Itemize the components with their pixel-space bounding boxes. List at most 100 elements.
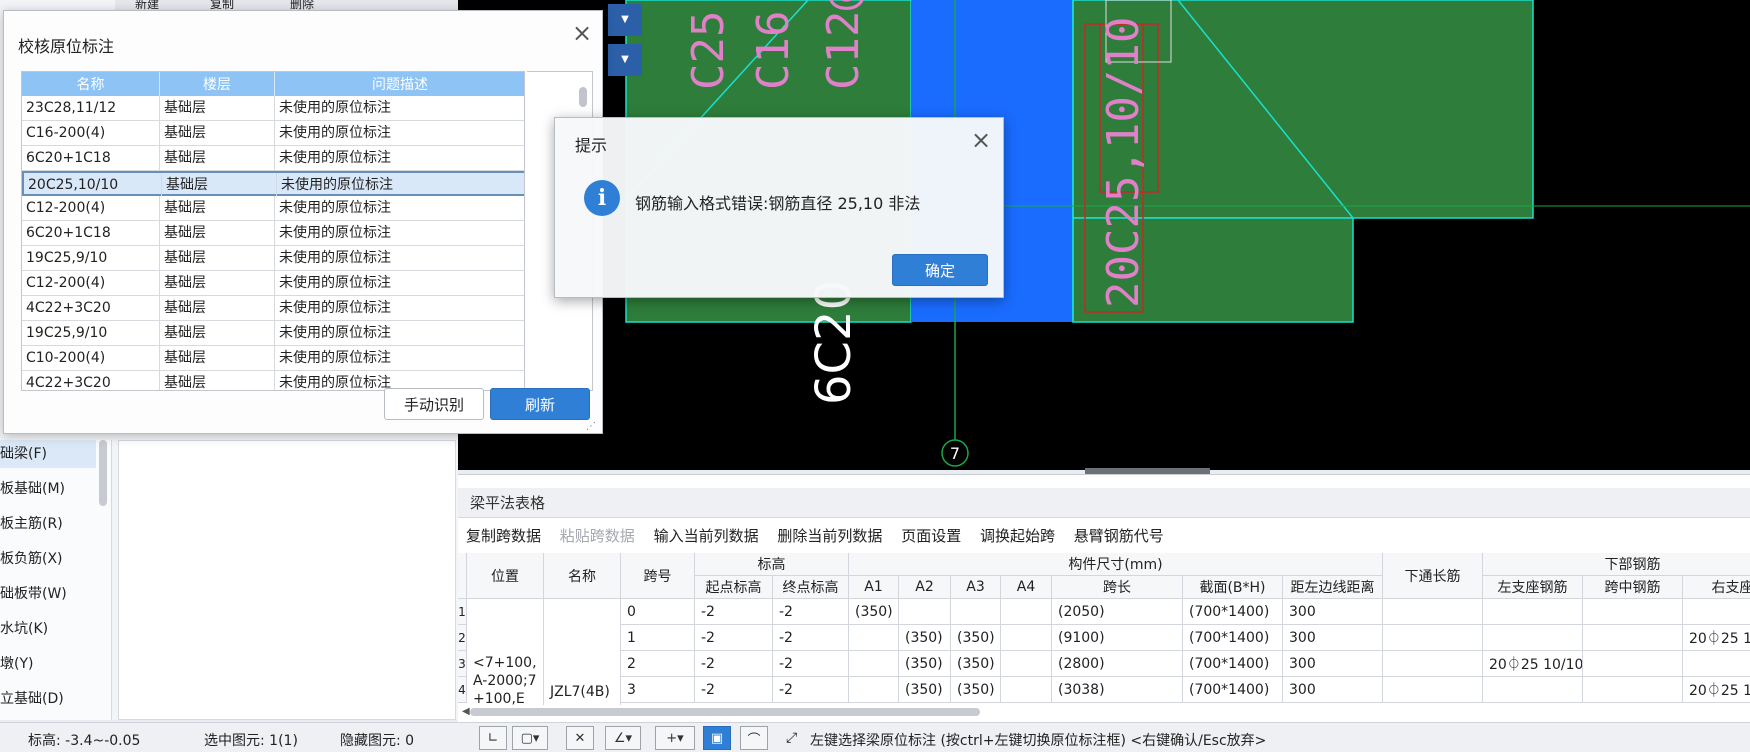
ok-button[interactable]: 确定 [892,254,988,286]
table-cell-sec[interactable]: (700*1400) [1183,625,1283,651]
position-value[interactable]: <7+100, A-2000;7 +100,E [467,599,544,705]
table-cell-mid[interactable] [1583,599,1683,625]
paste-span-button[interactable]: 粘贴跨数据 [560,520,635,552]
table-cell-end[interactable]: -2 [773,677,849,703]
table-cell-a3[interactable]: (350) [951,677,1001,703]
table-cell-through[interactable] [1383,677,1483,703]
table-cell-through[interactable] [1383,599,1483,625]
horizontal-scrollbar[interactable] [470,708,980,716]
table-cell-right[interactable] [1683,599,1750,625]
nav-item-beam[interactable]: 础梁(F) [0,440,96,468]
close-icon[interactable]: × [572,21,592,45]
table-row[interactable]: 6C20+1C18 基础层 未使用的原位标注 [22,146,524,171]
table-cell-mid[interactable] [1583,625,1683,651]
table-row[interactable]: C16-200(4) 基础层 未使用的原位标注 [22,121,524,146]
table-cell-len[interactable]: (9100) [1052,625,1183,651]
table-cell-start[interactable]: -2 [695,599,773,625]
swap-start-span-button[interactable]: 调换起始跨 [980,520,1055,552]
table-cell-span[interactable]: 1 [621,625,695,651]
resize-grip-icon[interactable]: ⋰ [586,421,596,432]
table-cell-a2[interactable]: (350) [899,651,951,677]
col-header-name[interactable]: 名称 [22,72,160,96]
table-cell-a3[interactable]: (350) [951,625,1001,651]
box-select-button[interactable]: ▢▾ [512,726,548,750]
table-cell-right[interactable] [1683,651,1750,677]
table-cell-start[interactable]: -2 [695,625,773,651]
table-row[interactable]: 4C22+3C20 基础层 未使用的原位标注 [22,296,524,321]
table-cell-a2[interactable]: (350) [899,625,951,651]
table-cell-a1[interactable]: (350) [849,599,899,625]
table-cell-sec[interactable]: (700*1400) [1183,599,1283,625]
table-scrollbar[interactable] [579,87,587,107]
table-cell-end[interactable]: -2 [773,599,849,625]
table-row[interactable]: 23C28,11/12 基础层 未使用的原位标注 [22,96,524,121]
table-cell-right[interactable]: 20⏀25 1 [1683,677,1750,703]
table-cell-a4[interactable] [1001,677,1052,703]
table-cell-end[interactable]: -2 [773,625,849,651]
table-cell-len[interactable]: (2800) [1052,651,1183,677]
nav-item-neg-rebar[interactable]: 板负筋(X) [0,545,96,573]
nav-item-raft[interactable]: 板基础(M) [0,475,96,503]
table-cell-span[interactable]: 0 [621,599,695,625]
point-select-button[interactable]: ∟ [479,726,507,750]
table-cell-a3[interactable]: (350) [951,651,1001,677]
table-row[interactable]: 20C25,10/10 基础层 未使用的原位标注 [22,171,524,197]
table-row[interactable]: C12-200(4) 基础层 未使用的原位标注 [22,271,524,296]
nav-item-pier[interactable]: 墩(Y) [0,650,96,678]
table-cell-dist[interactable]: 300 [1283,651,1383,677]
nav-item-slab-band[interactable]: 础板带(W) [0,580,96,608]
cantilever-code-button[interactable]: 悬臂钢筋代号 [1074,520,1164,552]
table-row[interactable]: 6C20+1C18 基础层 未使用的原位标注 [22,221,524,246]
table-cell-len[interactable]: (3038) [1052,677,1183,703]
alert-close-icon[interactable]: × [971,128,991,152]
display-toggle-button[interactable]: ▣ [703,726,731,750]
table-cell-a2[interactable] [899,599,951,625]
table-cell-sec[interactable]: (700*1400) [1183,677,1283,703]
nav-item-isolated-footing[interactable]: 立基础(D) [0,685,96,713]
table-cell-left[interactable] [1483,677,1583,703]
table-cell-len[interactable]: (2050) [1052,599,1183,625]
nav-scrollbar[interactable] [99,440,107,506]
snap-button[interactable]: +▾ [655,726,695,750]
table-cell-a1[interactable] [849,625,899,651]
cross-select-button[interactable]: ✕ [566,726,594,750]
table-cell-dist[interactable]: 300 [1283,625,1383,651]
arc-button[interactable]: ⌒ [740,726,768,750]
table-cell-span[interactable]: 2 [621,651,695,677]
table-cell-left[interactable] [1483,599,1583,625]
copy-span-button[interactable]: 复制跨数据 [466,520,541,552]
table-cell-left[interactable] [1483,625,1583,651]
table-row[interactable]: 19C25,9/10 基础层 未使用的原位标注 [22,246,524,271]
col-header-floor[interactable]: 楼层 [160,72,275,96]
table-cell-a4[interactable] [1001,625,1052,651]
table-cell-span[interactable]: 3 [621,677,695,703]
table-cell-left[interactable]: 20⏀25 10/10 [1483,651,1583,677]
table-cell-through[interactable] [1383,651,1483,677]
manual-recognize-button[interactable]: 手动识别 [384,388,484,420]
table-cell-end[interactable]: -2 [773,651,849,677]
table-cell-dist[interactable]: 300 [1283,677,1383,703]
table-cell-sec[interactable]: (700*1400) [1183,651,1283,677]
scroll-left-icon[interactable]: ◀ [462,706,470,717]
table-cell-a1[interactable] [849,677,899,703]
table-cell-a3[interactable] [951,599,1001,625]
nav-item-sump[interactable]: 水坑(K) [0,615,96,643]
input-column-button[interactable]: 输入当前列数据 [654,520,759,552]
table-cell-a4[interactable] [1001,651,1052,677]
nav-item-main-rebar[interactable]: 板主筋(R) [0,510,96,538]
table-row[interactable]: C12-200(4) 基础层 未使用的原位标注 [22,196,524,221]
dropdown-button-2[interactable]: ▼ [608,44,642,76]
delete-column-button[interactable]: 删除当前列数据 [777,520,882,552]
angle-button[interactable]: ∠▾ [605,726,641,750]
refresh-button[interactable]: 刷新 [490,388,590,420]
table-cell-through[interactable] [1383,625,1483,651]
table-cell-start[interactable]: -2 [695,651,773,677]
col-header-desc[interactable]: 问题描述 [275,72,524,96]
dropdown-button[interactable]: ▼ [608,4,642,36]
table-cell-start[interactable]: -2 [695,677,773,703]
table-row[interactable]: 19C25,9/10 基础层 未使用的原位标注 [22,321,524,346]
table-cell-mid[interactable] [1583,677,1683,703]
page-setup-button[interactable]: 页面设置 [901,520,961,552]
table-cell-a2[interactable]: (350) [899,677,951,703]
table-row[interactable]: C10-200(4) 基础层 未使用的原位标注 [22,346,524,371]
